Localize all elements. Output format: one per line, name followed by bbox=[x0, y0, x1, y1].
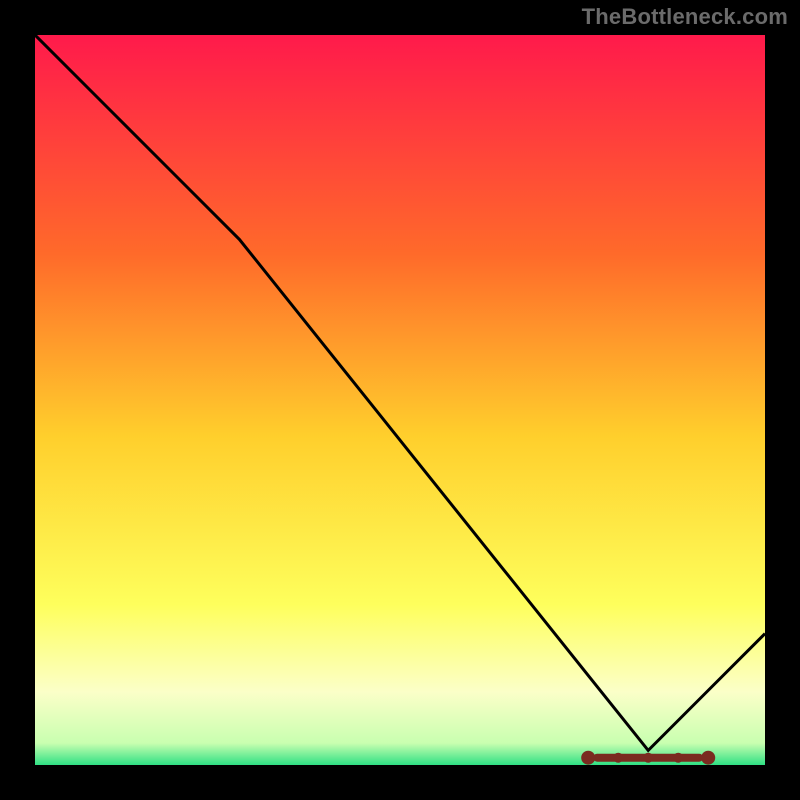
attribution-text: TheBottleneck.com bbox=[582, 4, 788, 30]
plot-svg bbox=[35, 35, 765, 765]
chart-container: TheBottleneck.com bbox=[0, 0, 800, 800]
plot-area bbox=[35, 35, 765, 765]
